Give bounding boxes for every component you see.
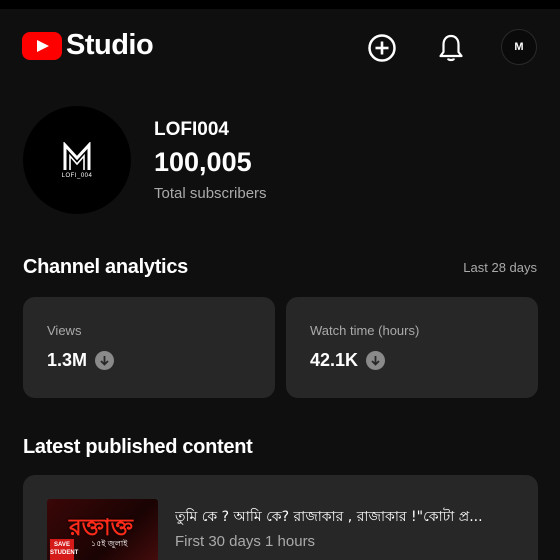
create-icon	[368, 34, 396, 62]
thumbnail-badge: SAVE STUDENT	[50, 539, 78, 560]
create-button[interactable]	[365, 31, 399, 65]
notifications-button[interactable]	[434, 31, 468, 65]
views-label: Views	[47, 323, 82, 338]
watch-time-card[interactable]: Watch time (hours) 42.1K	[286, 297, 538, 398]
latest-content-title: Latest published content	[23, 436, 253, 458]
subscriber-count: 100,005	[154, 147, 252, 177]
watch-time-value: 42.1K	[310, 350, 359, 370]
views-value: 1.3M	[47, 350, 88, 370]
channel-avatar-caption: LOFI_004	[61, 172, 93, 179]
latest-content-card[interactable]: রক্তাক্ত ১৫ই জুলাই SAVE STUDENT তুমি কে …	[23, 475, 538, 560]
app-name: Studio	[66, 29, 154, 61]
youtube-logo-icon	[22, 31, 62, 60]
account-avatar[interactable]: M	[501, 29, 537, 65]
subscriber-label: Total subscribers	[154, 185, 267, 202]
trend-down-icon	[366, 351, 386, 370]
watch-time-label: Watch time (hours)	[310, 323, 420, 338]
views-card[interactable]: Views 1.3M	[23, 297, 275, 398]
channel-logo-icon	[63, 141, 91, 170]
analytics-period: Last 28 days	[463, 260, 537, 275]
channel-avatar[interactable]: LOFI_004	[23, 106, 131, 214]
analytics-title: Channel analytics	[23, 256, 188, 278]
watch-time-value-row: 42.1K	[310, 350, 386, 371]
channel-name: LOFI004	[154, 119, 229, 140]
top-app-bar: Studio M	[0, 0, 560, 86]
account-avatar-icon: M	[514, 41, 524, 53]
trend-down-icon	[95, 351, 115, 370]
video-title[interactable]: তুমি কে ? আমি কে? রাজাকার , রাজাকার !"কো…	[175, 505, 520, 529]
views-value-row: 1.3M	[47, 350, 115, 371]
thumbnail-date: ১৫ই জুলাই	[91, 539, 128, 548]
bell-icon	[439, 34, 463, 62]
studio-logo[interactable]: Studio	[22, 29, 154, 62]
video-meta: First 30 days 1 hours	[175, 533, 316, 550]
video-thumbnail[interactable]: রক্তাক্ত ১৫ই জুলাই SAVE STUDENT	[47, 499, 158, 560]
